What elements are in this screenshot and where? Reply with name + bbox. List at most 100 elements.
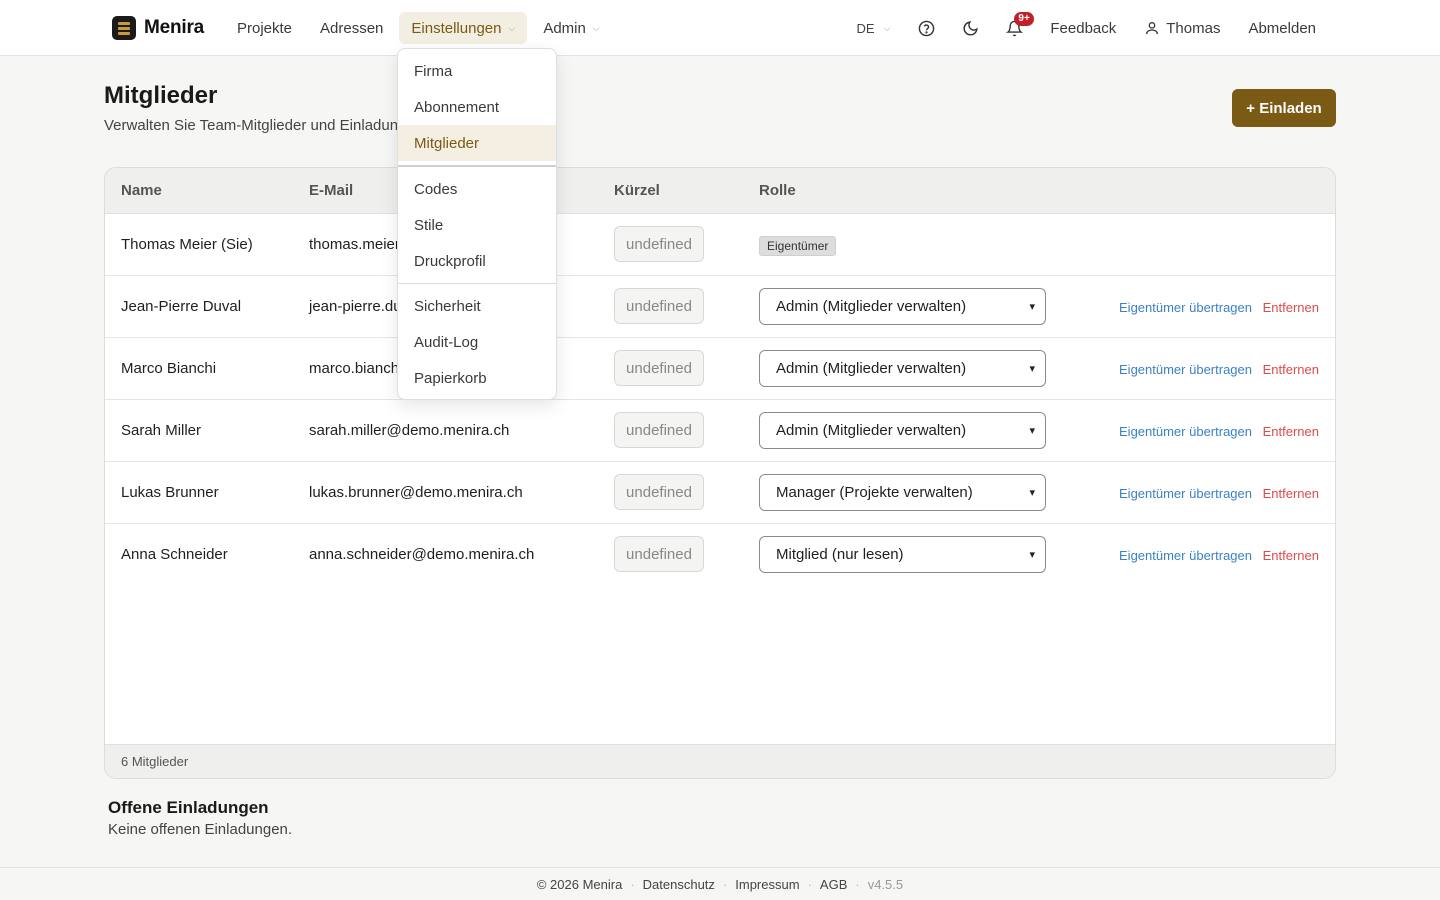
member-email: sarah.miller@demo.menira.ch xyxy=(309,422,510,439)
page-title: Mitglieder xyxy=(104,82,218,109)
role-select[interactable]: Admin (Mitglieder verwalten) ▾ xyxy=(759,350,1046,387)
brand[interactable]: Menira xyxy=(112,16,204,40)
chevron-down-icon: ▾ xyxy=(1029,301,1035,313)
privacy-link[interactable]: Datenschutz xyxy=(643,877,715,892)
menu-divider xyxy=(398,283,556,284)
help-button[interactable] xyxy=(906,12,946,44)
moon-icon xyxy=(963,20,978,35)
role-select[interactable]: Admin (Mitglieder verwalten) ▾ xyxy=(759,412,1046,449)
remove-member-link[interactable]: Entfernen xyxy=(1263,424,1319,439)
brand-name: Menira xyxy=(144,17,205,38)
page-footer: © 2026 Menira · Datenschutz · Impressum … xyxy=(0,867,1440,900)
table-row: Thomas Meier (Sie) thomas.meier@demo.men… xyxy=(105,214,1335,276)
menu-item-papierkorb[interactable]: Papierkorb xyxy=(398,360,556,396)
chevron-down-icon: ▾ xyxy=(1029,363,1035,375)
separator-dot: · xyxy=(855,876,860,892)
transfer-ownership-link[interactable]: Eigentümer übertragen xyxy=(1119,300,1252,315)
kuerzel-input[interactable] xyxy=(614,350,704,386)
member-name: Sarah Miller xyxy=(121,422,202,439)
kuerzel-input[interactable] xyxy=(614,226,704,262)
imprint-link[interactable]: Impressum xyxy=(735,877,799,892)
separator-dot: · xyxy=(722,876,728,892)
language-selector[interactable]: DE ⌵ xyxy=(845,12,903,44)
role-select[interactable]: Manager (Projekte verwalten) ▾ xyxy=(759,474,1046,511)
owner-badge: Eigentümer xyxy=(759,236,837,256)
invite-button[interactable]: + Einladen xyxy=(1232,89,1336,127)
transfer-ownership-link[interactable]: Eigentümer übertragen xyxy=(1119,424,1252,439)
feedback-link[interactable]: Feedback xyxy=(1038,12,1128,44)
main-nav: Projekte Adressen Einstellungen ⌵ Admin ⌵ xyxy=(225,12,612,44)
header-actions: DE ⌵ 9+ Feedback Thomas Abmelden xyxy=(845,12,1329,44)
role-value: Admin (Mitglieder verwalten) xyxy=(776,422,967,439)
table-row: Anna Schneider anna.schneider@demo.menir… xyxy=(105,524,1335,586)
invitations-empty-text: Keine offenen Einladungen. xyxy=(108,821,293,838)
notifications-button[interactable]: 9+ xyxy=(994,12,1034,44)
dark-mode-toggle[interactable] xyxy=(950,12,990,44)
menu-divider xyxy=(398,165,556,167)
remove-member-link[interactable]: Entfernen xyxy=(1263,548,1319,563)
nav-item-admin[interactable]: Admin ⌵ xyxy=(531,12,611,44)
menu-item-audit-log[interactable]: Audit-Log xyxy=(398,324,556,360)
menu-item-druckprofil[interactable]: Druckprofil xyxy=(398,243,556,279)
menu-item-abonnement[interactable]: Abonnement xyxy=(398,89,556,125)
members-table: Name E-Mail Kürzel Rolle Thomas Meier (S… xyxy=(104,167,1336,779)
nav-label: Einstellungen xyxy=(411,19,502,37)
logout-button[interactable]: Abmelden xyxy=(1236,12,1328,44)
role-value: Manager (Projekte verwalten) xyxy=(776,484,973,501)
table-header: Name E-Mail Kürzel Rolle xyxy=(105,168,1335,214)
chevron-down-icon: ⌵ xyxy=(508,22,516,33)
header-email: E-Mail xyxy=(309,182,354,199)
language-label: DE xyxy=(856,20,875,36)
member-name: Lukas Brunner xyxy=(121,484,219,501)
remove-member-link[interactable]: Entfernen xyxy=(1263,486,1319,501)
separator-dot: · xyxy=(807,876,812,892)
kuerzel-input[interactable] xyxy=(614,536,704,572)
transfer-ownership-link[interactable]: Eigentümer übertragen xyxy=(1119,548,1252,563)
transfer-ownership-link[interactable]: Eigentümer übertragen xyxy=(1119,362,1252,377)
nav-item-adressen[interactable]: Adressen xyxy=(308,12,395,44)
nav-item-einstellungen[interactable]: Einstellungen ⌵ xyxy=(399,12,528,44)
logout-label: Abmelden xyxy=(1248,19,1316,37)
role-value: Mitglied (nur lesen) xyxy=(776,546,904,563)
table-row: Jean-Pierre Duval jean-pierre.duval@demo… xyxy=(105,276,1335,338)
role-select[interactable]: Admin (Mitglieder verwalten) ▾ xyxy=(759,288,1046,325)
nav-label: Projekte xyxy=(237,19,293,37)
kuerzel-input[interactable] xyxy=(614,288,704,324)
menu-item-firma[interactable]: Firma xyxy=(398,53,556,89)
nav-label: Adressen xyxy=(320,19,384,37)
chevron-down-icon: ▾ xyxy=(1029,549,1035,561)
version-label: v4.5.5 xyxy=(867,876,904,892)
user-name: Thomas xyxy=(1166,19,1221,37)
menu-item-sicherheit[interactable]: Sicherheit xyxy=(398,288,556,324)
chevron-down-icon: ⌵ xyxy=(883,22,891,33)
header-rolle: Rolle xyxy=(759,182,796,199)
role-value: Admin (Mitglieder verwalten) xyxy=(776,298,967,315)
header-kuerzel: Kürzel xyxy=(614,182,660,199)
menu-item-mitglieder[interactable]: Mitglieder xyxy=(398,125,556,161)
member-name: Jean-Pierre Duval xyxy=(121,298,242,315)
remove-member-link[interactable]: Entfernen xyxy=(1263,362,1319,377)
copyright: © 2026 Menira xyxy=(536,876,623,892)
transfer-ownership-link[interactable]: Eigentümer übertragen xyxy=(1119,486,1252,501)
terms-link[interactable]: AGB xyxy=(820,877,847,892)
chevron-down-icon: ⌵ xyxy=(592,22,600,33)
role-value: Admin (Mitglieder verwalten) xyxy=(776,360,967,377)
role-select[interactable]: Mitglied (nur lesen) ▾ xyxy=(759,536,1046,573)
feedback-label: Feedback xyxy=(1050,19,1117,37)
chevron-down-icon: ▾ xyxy=(1029,487,1035,499)
kuerzel-input[interactable] xyxy=(614,412,704,448)
user-menu[interactable]: Thomas xyxy=(1132,12,1232,44)
chevron-down-icon: ▾ xyxy=(1029,425,1035,437)
menu-item-stile[interactable]: Stile xyxy=(398,207,556,243)
header-name: Name xyxy=(121,182,162,199)
kuerzel-input[interactable] xyxy=(614,474,704,510)
separator-dot: · xyxy=(630,876,635,892)
table-row: Marco Bianchi marco.bianchi@demo.menira.… xyxy=(105,338,1335,400)
page-subtitle: Verwalten Sie Team-Mitglieder und Einlad… xyxy=(104,117,424,134)
member-name: Marco Bianchi xyxy=(121,360,217,377)
menu-item-codes[interactable]: Codes xyxy=(398,171,556,207)
nav-item-projekte[interactable]: Projekte xyxy=(225,12,304,44)
help-circle-icon xyxy=(918,20,935,36)
remove-member-link[interactable]: Entfernen xyxy=(1263,300,1319,315)
menira-logo-icon xyxy=(112,16,136,40)
